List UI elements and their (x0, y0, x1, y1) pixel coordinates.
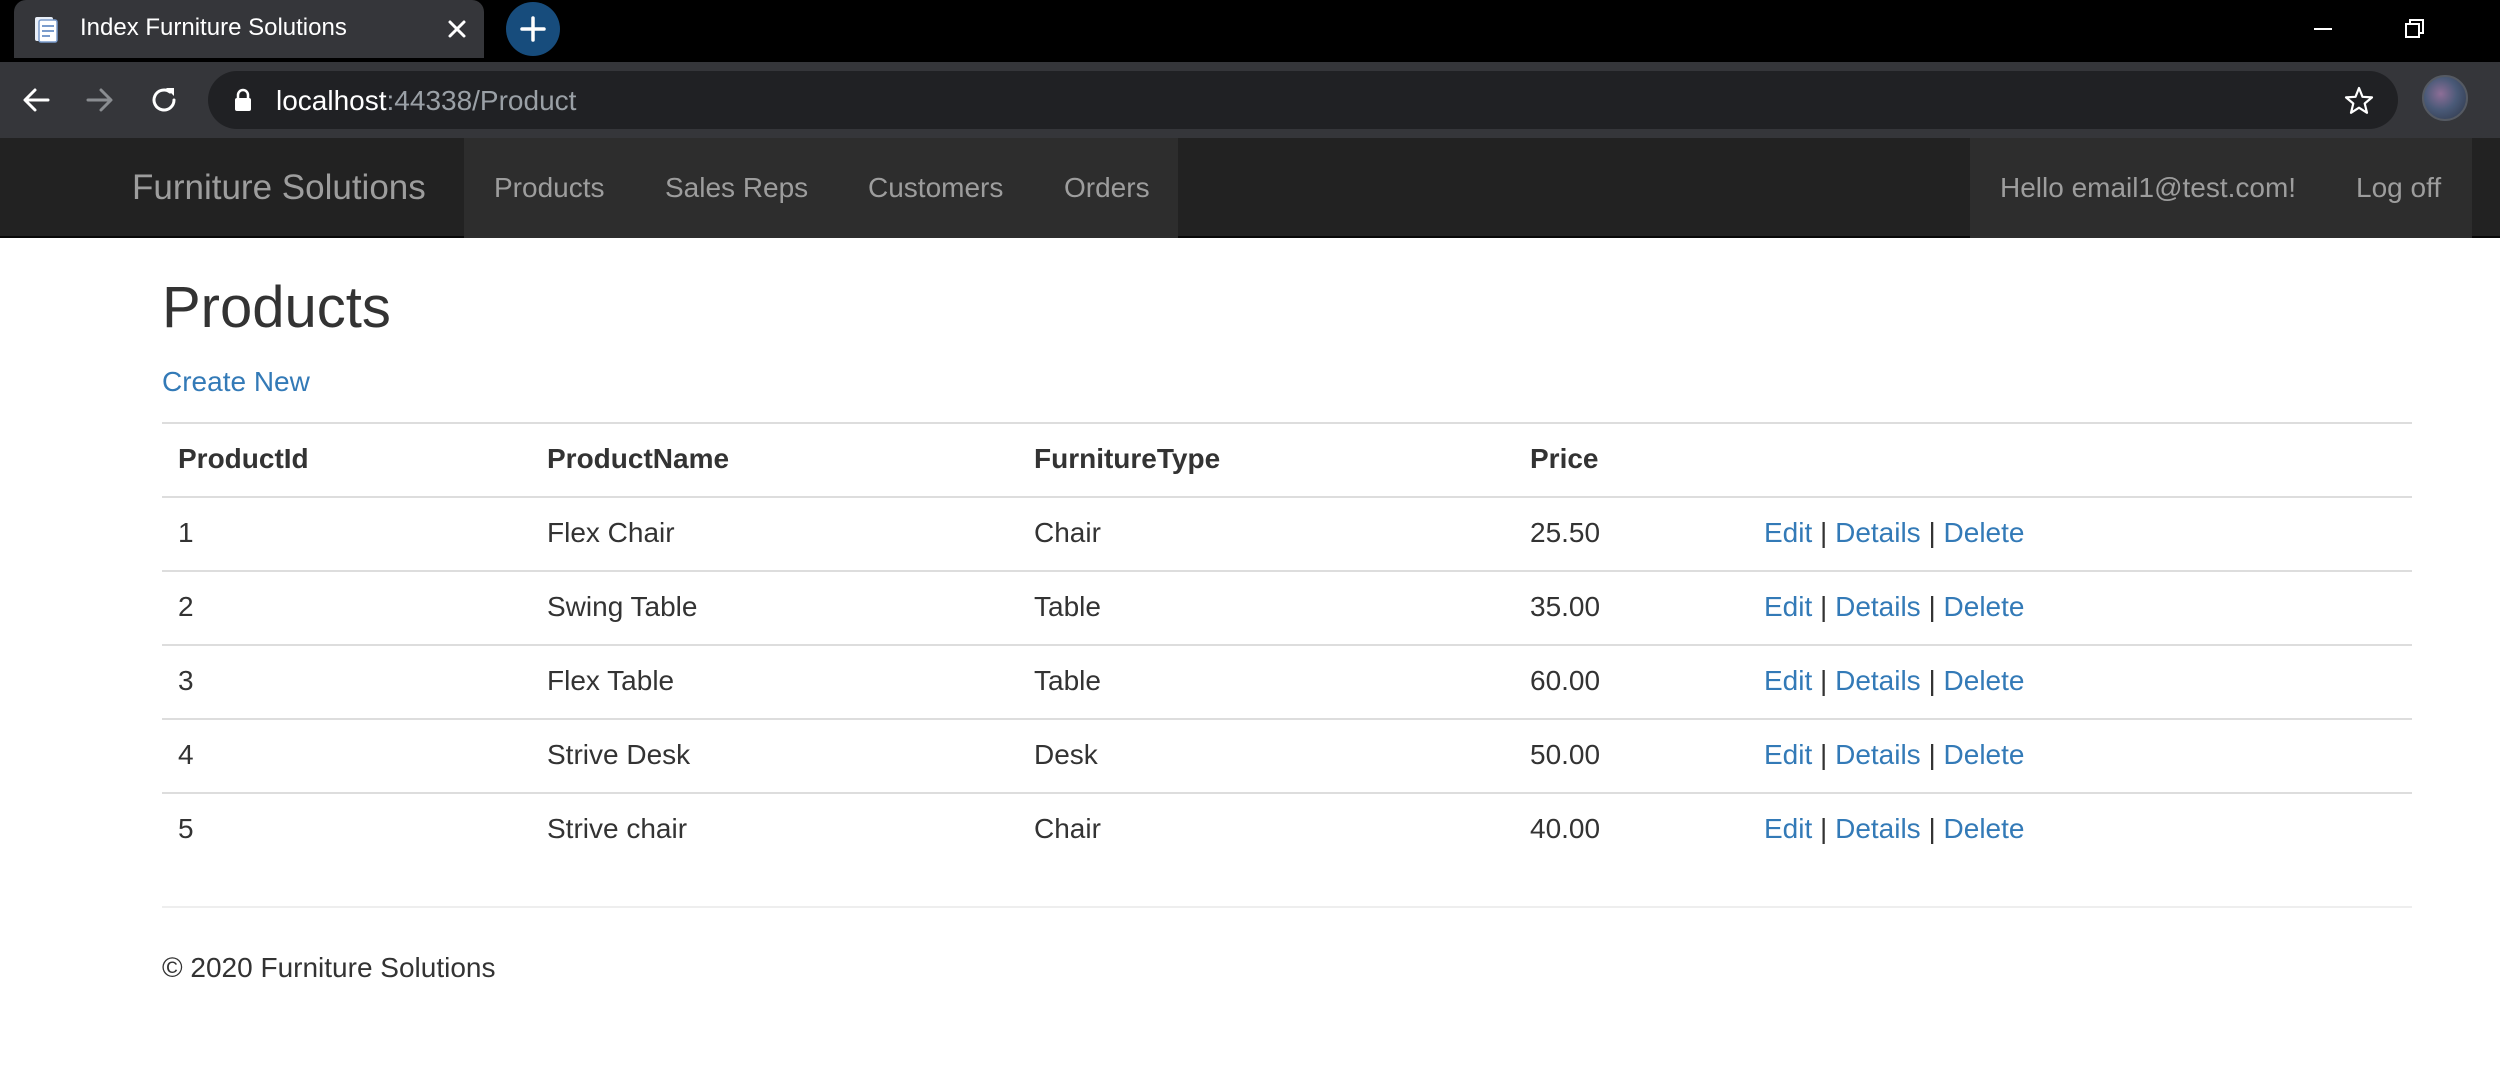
table-top-border (162, 422, 2412, 424)
page-icon (35, 17, 58, 43)
separator: | (1820, 739, 1828, 770)
table-header-border (162, 496, 2412, 498)
user-menu: Hello email1@test.com! Log off (1970, 138, 2472, 238)
cell-productname: Flex Table (547, 665, 675, 696)
cell-price: 50.00 (1530, 739, 1601, 770)
header-productname: ProductName (547, 443, 730, 474)
cell-productname: Flex Chair (547, 517, 675, 548)
back-arrow-icon[interactable] (16, 80, 56, 120)
delete-link[interactable]: Delete (1944, 591, 2025, 622)
edit-link[interactable]: Edit (1764, 739, 1812, 770)
cell-productname: Swing Table (547, 591, 698, 622)
cell-productname: Strive Desk (547, 739, 691, 770)
lock-icon[interactable] (232, 87, 254, 113)
details-link[interactable]: Details (1835, 591, 1921, 622)
header-price: Price (1530, 443, 1599, 474)
browser-tabstrip: Index Furniture Solutions (0, 0, 2500, 62)
row-actions: Edit | Details | Delete (1764, 663, 2024, 699)
reload-icon[interactable] (144, 80, 184, 120)
cell-price: 60.00 (1530, 665, 1601, 696)
separator: | (1928, 813, 1936, 844)
cell-productid: 2 (178, 591, 194, 622)
cell-price: 25.50 (1530, 517, 1601, 548)
cell-furnituretype: Chair (1034, 813, 1101, 844)
separator: | (1820, 665, 1828, 696)
cell-productid: 1 (178, 517, 194, 548)
cell-furnituretype: Table (1034, 591, 1101, 622)
delete-link[interactable]: Delete (1944, 813, 2025, 844)
separator: | (1820, 517, 1828, 548)
url-path: :44338/Product (386, 85, 577, 116)
row-border (162, 718, 2412, 720)
brand-link[interactable]: Furniture Solutions (132, 138, 426, 238)
edit-link[interactable]: Edit (1764, 591, 1812, 622)
logoff-link[interactable]: Log off (2356, 138, 2441, 238)
separator: | (1928, 665, 1936, 696)
header-productid: ProductId (178, 443, 309, 474)
separator: | (1928, 517, 1936, 548)
user-greeting-link[interactable]: Hello email1@test.com! (2000, 138, 2296, 238)
row-actions: Edit | Details | Delete (1764, 811, 2024, 847)
separator: | (1928, 591, 1936, 622)
page-title: Products (162, 275, 391, 340)
delete-link[interactable]: Delete (1944, 665, 2025, 696)
edit-link[interactable]: Edit (1764, 665, 1812, 696)
details-link[interactable]: Details (1835, 665, 1921, 696)
new-tab-button[interactable] (506, 2, 560, 56)
minimize-icon[interactable] (2304, 10, 2342, 48)
restore-icon[interactable] (2396, 10, 2434, 48)
row-actions: Edit | Details | Delete (1764, 737, 2024, 773)
nav-item-sales-reps[interactable]: Sales Reps (665, 138, 808, 238)
close-icon[interactable] (442, 14, 472, 44)
details-link[interactable]: Details (1835, 739, 1921, 770)
details-link[interactable]: Details (1835, 813, 1921, 844)
row-border (162, 570, 2412, 572)
delete-link[interactable]: Delete (1944, 517, 2025, 548)
cell-productid: 3 (178, 665, 194, 696)
nav-item-customers[interactable]: Customers (868, 138, 1003, 238)
row-actions: Edit | Details | Delete (1764, 515, 2024, 551)
separator: | (1928, 739, 1936, 770)
cell-furnituretype: Table (1034, 665, 1101, 696)
details-link[interactable]: Details (1835, 517, 1921, 548)
row-border (162, 644, 2412, 646)
plus-icon (520, 16, 546, 42)
star-icon[interactable] (2342, 84, 2376, 118)
browser-tab[interactable]: Index Furniture Solutions (14, 0, 484, 58)
separator: | (1820, 591, 1828, 622)
forward-arrow-icon[interactable] (80, 80, 120, 120)
delete-link[interactable]: Delete (1944, 739, 2025, 770)
edit-link[interactable]: Edit (1764, 813, 1812, 844)
separator: | (1820, 813, 1828, 844)
url-host: localhost (276, 85, 387, 116)
browser-toolbar: localhost:44338/Product (0, 62, 2500, 138)
row-actions: Edit | Details | Delete (1764, 589, 2024, 625)
cell-price: 35.00 (1530, 591, 1601, 622)
footer-copyright: © 2020 Furniture Solutions (162, 952, 496, 983)
cell-productid: 5 (178, 813, 194, 844)
header-furnituretype: FurnitureType (1034, 443, 1221, 474)
nav-item-orders[interactable]: Orders (1064, 138, 1150, 238)
cell-productid: 4 (178, 739, 194, 770)
cell-furnituretype: Desk (1034, 739, 1098, 770)
footer-divider (162, 906, 2412, 908)
row-border (162, 792, 2412, 794)
address-bar[interactable]: localhost:44338/Product (208, 71, 2398, 129)
profile-avatar[interactable] (2422, 75, 2468, 121)
create-new-link[interactable]: Create New (162, 364, 310, 400)
edit-link[interactable]: Edit (1764, 517, 1812, 548)
cell-productname: Strive chair (547, 813, 688, 844)
app-navbar: Furniture Solutions Products Sales Reps … (0, 138, 2500, 238)
tab-title: Index Furniture Solutions (80, 14, 347, 41)
nav-menu: Products Sales Reps Customers Orders (464, 138, 1178, 238)
nav-item-products[interactable]: Products (494, 138, 605, 238)
cell-price: 40.00 (1530, 813, 1601, 844)
url-text[interactable]: localhost:44338/Product (276, 85, 576, 117)
cell-furnituretype: Chair (1034, 517, 1101, 548)
